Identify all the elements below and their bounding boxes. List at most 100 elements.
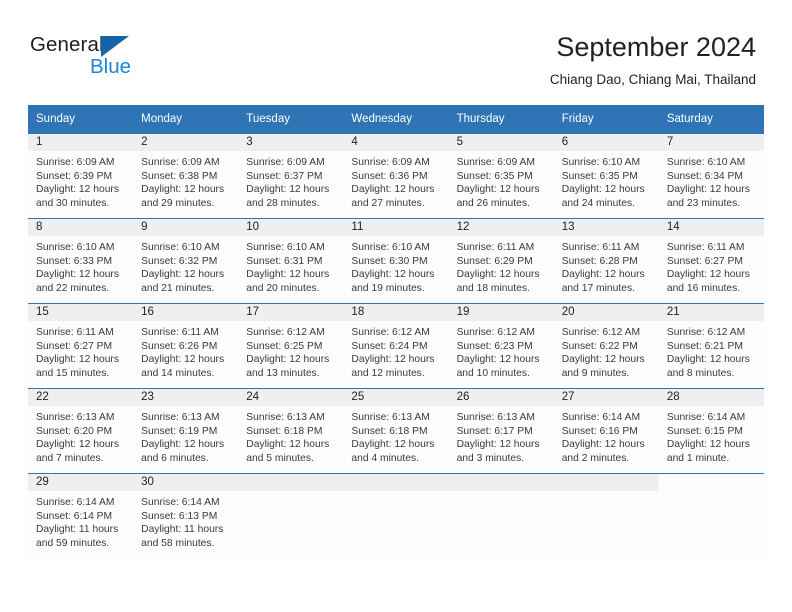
calendar-day-cell[interactable]: 4 Sunrise: 6:09 AM Sunset: 6:36 PM Daylight… [343, 133, 449, 219]
daylight-duration-line2: and 19 minutes. [351, 282, 425, 294]
calendar-day-cell[interactable]: 9 Sunrise: 6:10 AM Sunset: 6:32 PM Daylight… [133, 218, 239, 304]
daylight-duration-line1: Daylight: 12 hours [246, 354, 330, 366]
calendar-page: General Blue September 2024 Chiang Dao, … [0, 0, 792, 612]
sunrise-time: Sunrise: 6:11 AM [561, 242, 640, 253]
day-detail-lines: Sunrise: 6:14 AM Sunset: 6:16 PM Daylight:… [554, 406, 659, 465]
sunset-time: Sunset: 6:22 PM [561, 340, 638, 352]
calendar-day-cell[interactable]: 3 Sunrise: 6:09 AM Sunset: 6:37 PM Daylight… [238, 133, 344, 219]
page-title: September 2024 [556, 32, 756, 62]
calendar-day-cell[interactable]: 11 Sunrise: 6:10 AM Sunset: 6:30 PM Dayligh… [343, 218, 449, 304]
calendar-day-cell[interactable]: 7 Sunrise: 6:10 AM Sunset: 6:34 PM Daylight… [658, 133, 764, 219]
calendar-day-cell[interactable]: 20 Sunrise: 6:12 AM Sunset: 6:22 PM Dayligh… [553, 303, 659, 389]
day-cell-content: 16 Sunrise: 6:11 AM Sunset: 6:26 PM Dayligh… [133, 304, 239, 388]
calendar-day-cell[interactable]: 30 Sunrise: 6:14 AM Sunset: 6:13 PM Dayligh… [133, 473, 239, 558]
calendar-day-cell[interactable]: 18 Sunrise: 6:12 AM Sunset: 6:24 PM Dayligh… [343, 303, 449, 389]
day-cell-content: 21 Sunrise: 6:12 AM Sunset: 6:21 PM Dayligh… [658, 304, 764, 388]
calendar-day-cell[interactable]: 21 Sunrise: 6:12 AM Sunset: 6:21 PM Dayligh… [658, 303, 764, 389]
daylight-duration-line2: and 59 minutes. [36, 537, 110, 549]
sunrise-time: Sunrise: 6:13 AM [246, 412, 325, 423]
day-number: 23 [133, 389, 239, 406]
page-header: General Blue September 2024 Chiang Dao, … [0, 0, 792, 100]
day-detail-lines: Sunrise: 6:14 AM Sunset: 6:15 PM Daylight:… [659, 406, 764, 465]
day-detail-lines: Sunrise: 6:11 AM Sunset: 6:27 PM Daylight:… [659, 236, 764, 295]
day-number: 1 [28, 134, 134, 151]
day-number [659, 474, 764, 491]
day-cell-content: 1 Sunrise: 6:09 AM Sunset: 6:39 PM Daylight… [28, 134, 134, 218]
day-number: 26 [448, 389, 554, 406]
day-detail-lines: Sunrise: 6:12 AM Sunset: 6:24 PM Daylight:… [343, 321, 448, 380]
calendar-day-cell[interactable]: 5 Sunrise: 6:09 AM Sunset: 6:35 PM Daylight… [448, 133, 554, 219]
calendar-day-cell[interactable]: 25 Sunrise: 6:13 AM Sunset: 6:18 PM Dayligh… [343, 388, 449, 474]
calendar-day-cell[interactable]: 16 Sunrise: 6:11 AM Sunset: 6:26 PM Dayligh… [133, 303, 239, 389]
calendar-day-cell[interactable]: 15 Sunrise: 6:11 AM Sunset: 6:27 PM Dayligh… [28, 303, 134, 389]
day-detail-lines: Sunrise: 6:10 AM Sunset: 6:32 PM Daylight:… [133, 236, 238, 295]
day-detail-lines: Sunrise: 6:14 AM Sunset: 6:13 PM Daylight:… [133, 491, 238, 550]
daylight-duration-line1: Daylight: 12 hours [456, 354, 540, 366]
day-cell-content: 11 Sunrise: 6:10 AM Sunset: 6:30 PM Dayligh… [343, 219, 449, 303]
calendar-day-cell[interactable]: 1 Sunrise: 6:09 AM Sunset: 6:39 PM Daylight… [28, 133, 134, 219]
weekday-header-friday: Friday [553, 105, 659, 134]
calendar-day-cell[interactable]: 27 Sunrise: 6:14 AM Sunset: 6:16 PM Dayligh… [553, 388, 659, 474]
day-number: 25 [343, 389, 449, 406]
day-number: 28 [658, 389, 764, 406]
day-detail-lines: Sunrise: 6:11 AM Sunset: 6:26 PM Daylight:… [133, 321, 238, 380]
sunrise-time: Sunrise: 6:10 AM [666, 157, 746, 168]
daylight-duration-line1: Daylight: 12 hours [666, 269, 750, 281]
day-cell-content: 17 Sunrise: 6:12 AM Sunset: 6:25 PM Dayligh… [238, 304, 344, 388]
day-detail-lines: Sunrise: 6:10 AM Sunset: 6:31 PM Daylight:… [238, 236, 343, 295]
calendar-day-cell[interactable]: 19 Sunrise: 6:12 AM Sunset: 6:23 PM Dayligh… [448, 303, 554, 389]
sunrise-time: Sunrise: 6:14 AM [141, 497, 220, 508]
sunset-time: Sunset: 6:24 PM [351, 340, 428, 352]
sunrise-time: Sunrise: 6:12 AM [456, 327, 535, 338]
calendar-day-cell[interactable]: 13 Sunrise: 6:11 AM Sunset: 6:28 PM Dayligh… [553, 218, 659, 304]
calendar-day-cell[interactable] [343, 473, 449, 558]
calendar-day-cell[interactable]: 17 Sunrise: 6:12 AM Sunset: 6:25 PM Dayligh… [238, 303, 344, 389]
calendar-day-cell[interactable]: 14 Sunrise: 6:11 AM Sunset: 6:27 PM Dayligh… [658, 218, 764, 304]
calendar-day-cell[interactable]: 10 Sunrise: 6:10 AM Sunset: 6:31 PM Dayligh… [238, 218, 344, 304]
daylight-duration-line1: Daylight: 12 hours [246, 439, 330, 451]
sunset-time: Sunset: 6:23 PM [456, 340, 533, 352]
calendar-day-cell[interactable]: 8 Sunrise: 6:10 AM Sunset: 6:33 PM Daylight… [28, 218, 134, 304]
day-cell-empty [448, 474, 554, 558]
day-number: 4 [343, 134, 449, 151]
calendar-day-cell[interactable]: 12 Sunrise: 6:11 AM Sunset: 6:29 PM Dayligh… [448, 218, 554, 304]
day-number: 30 [133, 474, 239, 491]
sunrise-time: Sunrise: 6:11 AM [666, 242, 745, 253]
day-cell-content: 10 Sunrise: 6:10 AM Sunset: 6:31 PM Dayligh… [238, 219, 344, 303]
generalblue-logo[interactable]: General Blue [30, 33, 210, 81]
calendar-day-cell[interactable]: 2 Sunrise: 6:09 AM Sunset: 6:38 PM Daylight… [133, 133, 239, 219]
daylight-duration-line2: and 6 minutes. [141, 452, 209, 464]
calendar-week-row: 29 Sunrise: 6:14 AM Sunset: 6:14 PM Dayligh… [28, 473, 764, 558]
daylight-duration-line1: Daylight: 12 hours [456, 439, 540, 451]
daylight-duration-line1: Daylight: 12 hours [36, 269, 119, 281]
calendar-day-cell[interactable]: 23 Sunrise: 6:13 AM Sunset: 6:19 PM Dayligh… [133, 388, 239, 474]
day-number: 5 [448, 134, 554, 151]
day-cell-content: 26 Sunrise: 6:13 AM Sunset: 6:17 PM Dayligh… [448, 389, 554, 473]
day-cell-content: 20 Sunrise: 6:12 AM Sunset: 6:22 PM Dayligh… [553, 304, 659, 388]
calendar-day-cell[interactable]: 28 Sunrise: 6:14 AM Sunset: 6:15 PM Dayligh… [658, 388, 764, 474]
day-detail-lines: Sunrise: 6:13 AM Sunset: 6:20 PM Daylight:… [28, 406, 133, 465]
calendar-day-cell[interactable] [238, 473, 344, 558]
calendar-day-cell[interactable]: 22 Sunrise: 6:13 AM Sunset: 6:20 PM Dayligh… [28, 388, 134, 474]
calendar-day-cell[interactable]: 29 Sunrise: 6:14 AM Sunset: 6:14 PM Dayligh… [28, 473, 134, 558]
calendar-day-cell[interactable]: 26 Sunrise: 6:13 AM Sunset: 6:17 PM Dayligh… [448, 388, 554, 474]
sunrise-time: Sunrise: 6:09 AM [246, 157, 325, 168]
daylight-duration-line1: Daylight: 12 hours [666, 354, 750, 366]
day-detail-lines: Sunrise: 6:11 AM Sunset: 6:29 PM Daylight:… [449, 236, 554, 295]
day-number: 16 [133, 304, 239, 321]
day-detail-lines [554, 491, 659, 496]
weekday-header-saturday: Saturday [658, 105, 764, 134]
calendar-day-cell[interactable] [553, 473, 659, 558]
day-detail-lines: Sunrise: 6:13 AM Sunset: 6:18 PM Daylight:… [343, 406, 448, 465]
calendar-body: 1 Sunrise: 6:09 AM Sunset: 6:39 PM Daylight… [28, 133, 764, 558]
day-cell-content: 9 Sunrise: 6:10 AM Sunset: 6:32 PM Daylight… [133, 219, 239, 303]
sunrise-time: Sunrise: 6:09 AM [351, 157, 430, 168]
calendar-day-cell[interactable] [658, 473, 764, 558]
calendar-day-cell[interactable]: 24 Sunrise: 6:13 AM Sunset: 6:18 PM Dayligh… [238, 388, 344, 474]
day-number: 6 [553, 134, 659, 151]
calendar-day-cell[interactable] [448, 473, 554, 558]
calendar-day-cell[interactable]: 6 Sunrise: 6:10 AM Sunset: 6:35 PM Daylight… [553, 133, 659, 219]
day-number [238, 474, 344, 491]
sunrise-time: Sunrise: 6:14 AM [36, 497, 115, 508]
sunrise-time: Sunrise: 6:12 AM [561, 327, 641, 338]
